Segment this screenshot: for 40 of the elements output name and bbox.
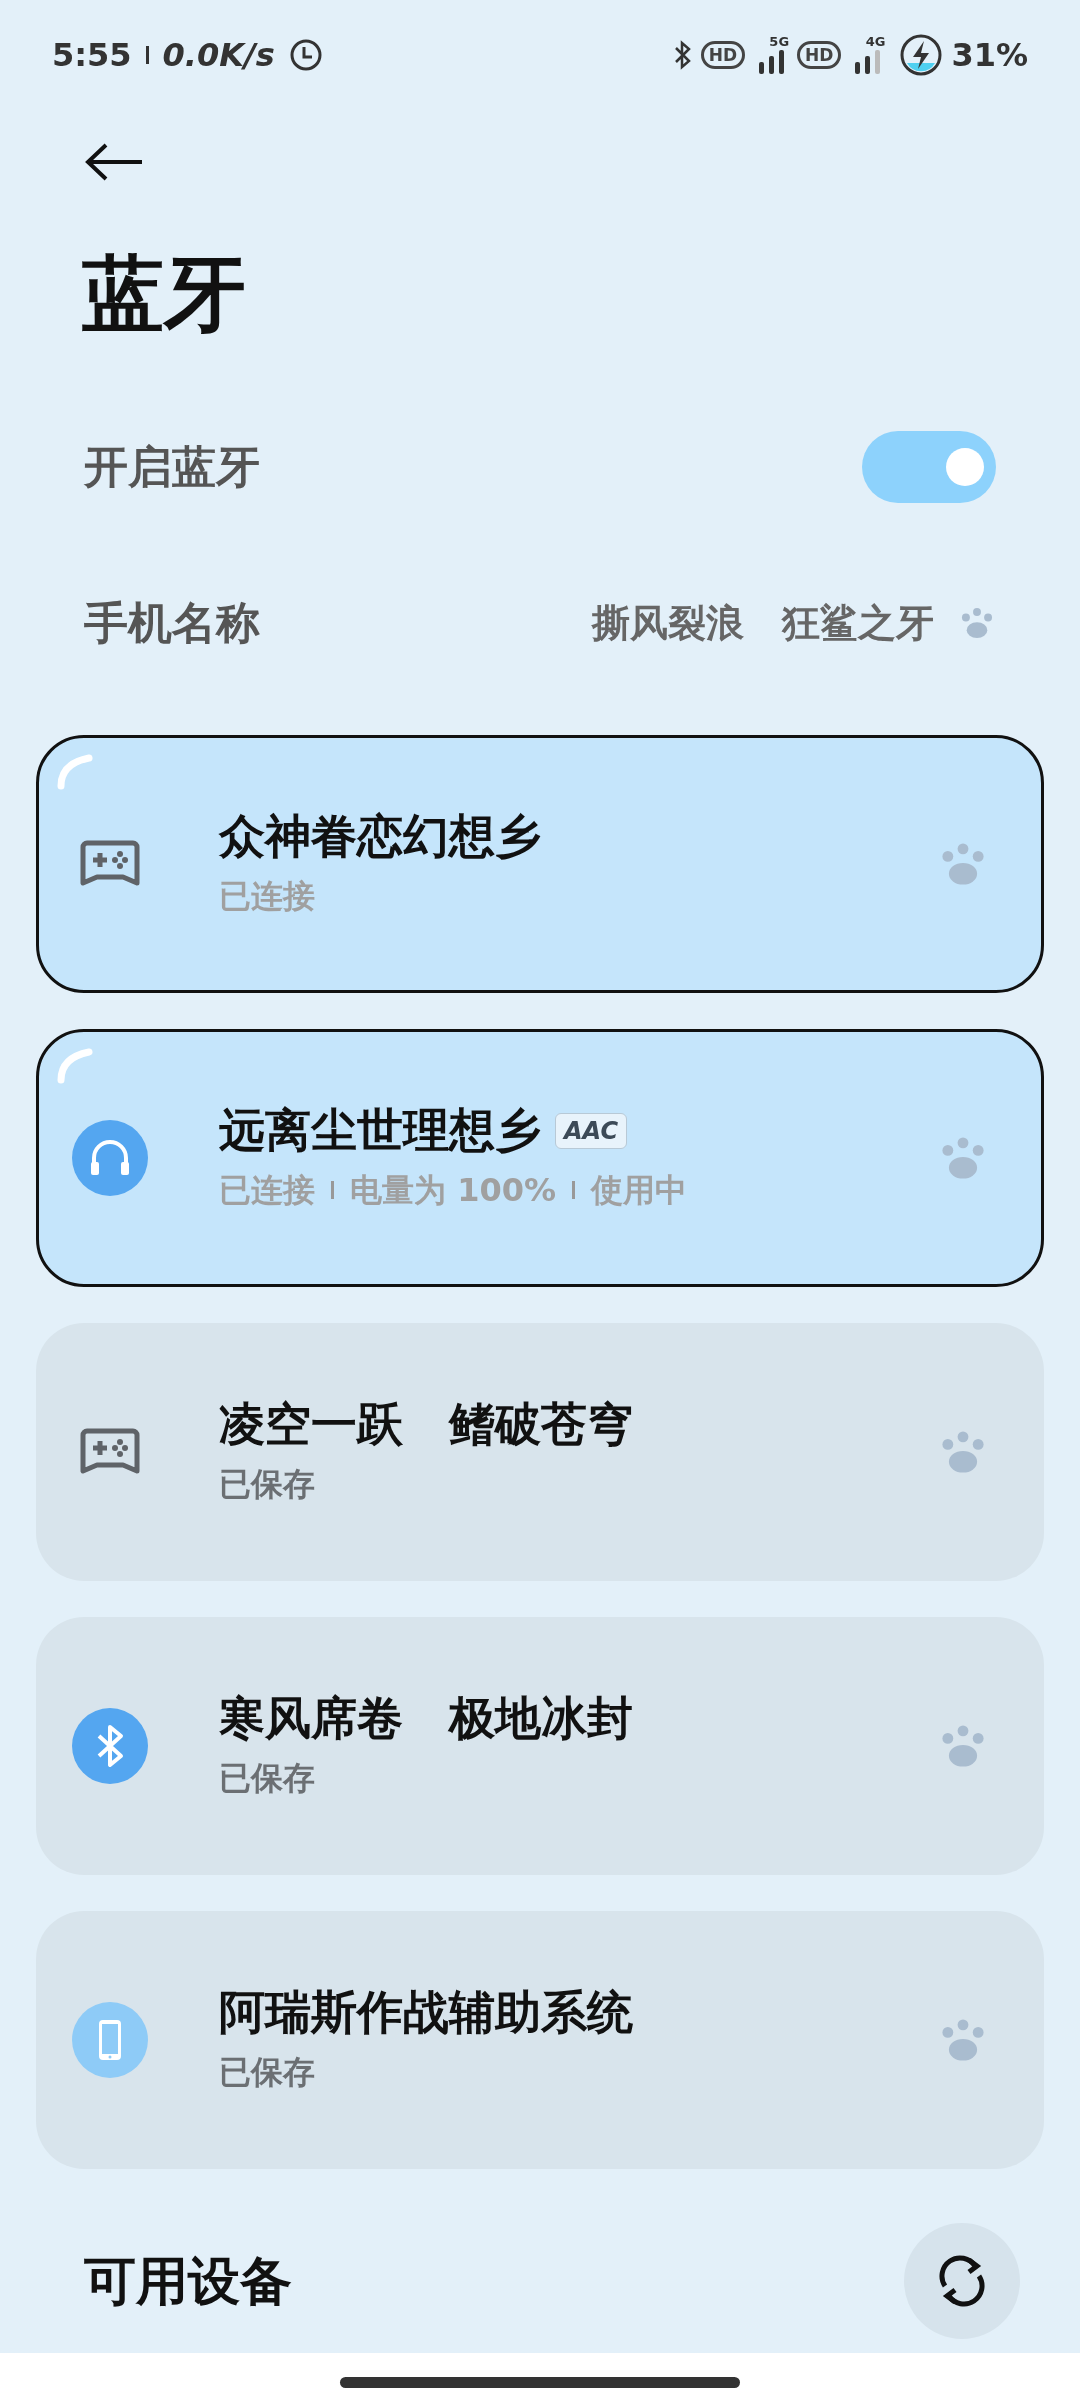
alarm-icon [288, 37, 323, 72]
device-name: 阿瑞斯作战辅助系统 [219, 1984, 633, 2042]
phone-name-value: 撕风裂浪 狂鲨之牙 [592, 599, 934, 647]
charging-battery-icon [899, 32, 944, 77]
device-card[interactable]: 阿瑞斯作战辅助系统 已保存 [36, 1911, 1044, 2169]
device-name: 远离尘世理想乡 [219, 1102, 541, 1160]
setting-label: 开启蓝牙 [84, 440, 260, 494]
device-name: 寒风席卷 极地冰封 [219, 1690, 633, 1748]
clock-time: 5:55 [52, 34, 132, 76]
headphones-icon [72, 1120, 148, 1196]
gamepad-icon [79, 1427, 141, 1477]
device-card[interactable]: 凌空一跃 鳍破苍穹 已保存 [36, 1323, 1044, 1581]
device-status: 已保存 [219, 2051, 315, 2093]
bluetooth-icon [672, 38, 693, 71]
device-name: 众神眷恋幻想乡 [219, 808, 541, 866]
codec-badge: AAC [555, 1113, 628, 1149]
bluetooth-icon [72, 1708, 148, 1784]
device-status: 已保存 [219, 1757, 315, 1799]
section-title: 可用设备 [84, 2250, 292, 2313]
network-speed: 0.0K/s [162, 34, 275, 76]
hd-badge: HD [700, 40, 746, 69]
device-status: 电量为 100% [350, 1169, 556, 1211]
gamepad-icon [79, 839, 141, 889]
device-name: 凌空一跃 鳍破苍穹 [219, 1396, 633, 1454]
device-card[interactable]: 众神眷恋幻想乡 已连接 [36, 735, 1044, 993]
battery-percent: 31% [951, 34, 1028, 76]
device-status: 已保存 [219, 1463, 315, 1505]
network-type: 5G [769, 35, 790, 48]
phone-icon [72, 2002, 148, 2078]
device-card[interactable]: 远离尘世理想乡 AAC 已连接 电量为 100% 使用中 [36, 1029, 1044, 1287]
page-title: 蓝牙 [81, 253, 247, 335]
hd-badge: HD [797, 40, 842, 69]
device-status: 使用中 [591, 1169, 687, 1211]
setting-label: 手机名称 [84, 596, 260, 650]
device-status: 已连接 [219, 1169, 315, 1211]
network-type: 4G [865, 35, 886, 48]
shine-mark [55, 752, 95, 792]
shine-mark [55, 1046, 95, 1086]
device-status: 已连接 [219, 875, 315, 917]
device-card[interactable]: 寒风席卷 极地冰封 已保存 [36, 1617, 1044, 1875]
